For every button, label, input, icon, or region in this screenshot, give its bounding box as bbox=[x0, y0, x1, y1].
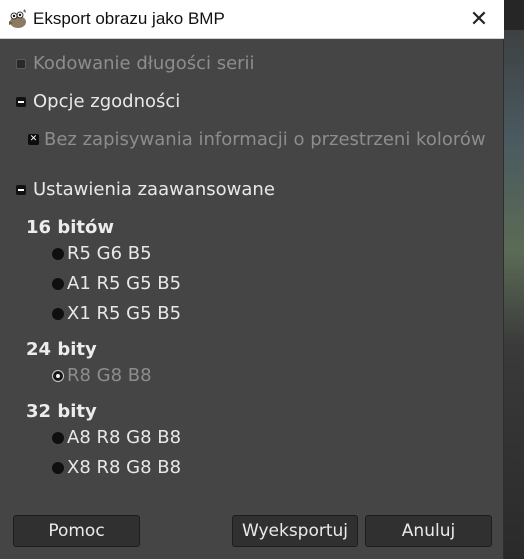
radio-button[interactable] bbox=[52, 431, 64, 444]
radio-label: A8 R8 G8 B8 bbox=[67, 427, 182, 448]
radio-x8r8g8b8[interactable]: X8 R8 G8 B8 bbox=[52, 457, 181, 478]
radio-r8g8b8[interactable]: R8 G8 B8 bbox=[52, 365, 152, 386]
radio-x1r5g5b5[interactable]: X1 R5 G5 B5 bbox=[52, 303, 181, 324]
radio-r5g6b5[interactable]: R5 G6 B5 bbox=[52, 243, 152, 264]
group-32bit-title: 32 bity bbox=[26, 401, 97, 422]
gimp-wilber-icon bbox=[9, 9, 26, 28]
advanced-expander[interactable]: Ustawienia zaawansowane bbox=[16, 179, 275, 200]
dialog-title: Eksport obrazu jako BMP bbox=[33, 9, 225, 28]
radio-a1r5g5b5[interactable]: A1 R5 G5 B5 bbox=[52, 273, 181, 294]
close-button[interactable]: ✕ bbox=[456, 0, 502, 38]
radio-label: X8 R8 G8 B8 bbox=[67, 457, 182, 478]
cancel-button[interactable]: Anuluj bbox=[365, 515, 492, 547]
radio-label: X1 R5 G5 B5 bbox=[67, 303, 182, 324]
no-colorspace-option[interactable]: ✕ Bez zapisywania informacji o przestrze… bbox=[28, 129, 486, 150]
export-button[interactable]: Wyeksportuj bbox=[232, 515, 358, 547]
help-button[interactable]: Pomoc bbox=[13, 515, 140, 547]
group-16bit-title: 16 bitów bbox=[26, 217, 114, 238]
advanced-label: Ustawienia zaawansowane bbox=[33, 179, 275, 200]
rle-option[interactable]: Kodowanie długości serii bbox=[16, 53, 255, 74]
radio-label: R5 G6 B5 bbox=[67, 243, 152, 264]
dialog-content: Kodowanie długości serii Opcje zgodności… bbox=[0, 39, 504, 559]
radio-button[interactable] bbox=[52, 307, 64, 320]
radio-button-selected[interactable] bbox=[52, 369, 64, 382]
background-image-edge bbox=[504, 0, 524, 559]
radio-a8r8g8b8[interactable]: A8 R8 G8 B8 bbox=[52, 427, 181, 448]
no-colorspace-label: Bez zapisywania informacji o przestrzeni… bbox=[44, 129, 486, 150]
collapse-icon[interactable] bbox=[16, 96, 26, 107]
compat-expander[interactable]: Opcje zgodności bbox=[16, 91, 180, 112]
radio-label: R8 G8 B8 bbox=[67, 365, 152, 386]
close-icon: ✕ bbox=[469, 6, 489, 32]
title-bar[interactable]: Eksport obrazu jako BMP ✕ bbox=[0, 0, 504, 39]
group-32bit-heading: 32 bity bbox=[26, 401, 97, 422]
export-bmp-dialog: Eksport obrazu jako BMP ✕ Kodowanie dług… bbox=[0, 0, 504, 559]
collapse-icon[interactable] bbox=[16, 184, 26, 195]
rle-checkbox[interactable] bbox=[16, 58, 26, 69]
group-16bit-heading: 16 bitów bbox=[26, 217, 114, 238]
radio-button[interactable] bbox=[52, 277, 64, 290]
radio-label: A1 R5 G5 B5 bbox=[67, 273, 182, 294]
radio-button[interactable] bbox=[52, 247, 64, 260]
compat-label: Opcje zgodności bbox=[33, 91, 181, 112]
group-24bit-title: 24 bity bbox=[26, 339, 97, 360]
radio-button[interactable] bbox=[52, 461, 64, 474]
group-24bit-heading: 24 bity bbox=[26, 339, 97, 360]
checked-x-icon[interactable]: ✕ bbox=[28, 134, 39, 145]
rle-label: Kodowanie długości serii bbox=[33, 53, 255, 74]
